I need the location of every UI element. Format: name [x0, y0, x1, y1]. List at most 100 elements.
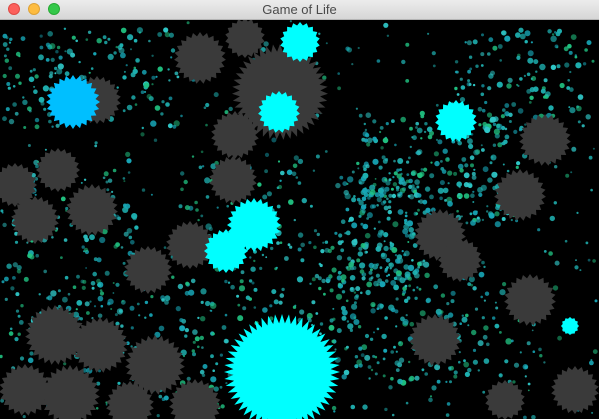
particle: [39, 45, 44, 50]
particle: [197, 345, 200, 349]
particle: [518, 128, 523, 132]
particle: [8, 331, 14, 336]
particle: [153, 138, 158, 142]
particle: [213, 92, 219, 98]
particle: [261, 253, 265, 257]
particle: [459, 168, 464, 173]
particle: [502, 282, 507, 287]
particle: [236, 294, 240, 298]
particle: [449, 380, 452, 384]
particle: [557, 335, 562, 341]
particle: [527, 57, 534, 64]
particle: [114, 313, 118, 317]
particle: [205, 195, 210, 199]
particle: [370, 302, 376, 308]
particle: [511, 102, 517, 107]
particle: [366, 212, 373, 219]
particle: [397, 158, 404, 164]
particle: [419, 310, 426, 317]
particle: [276, 241, 280, 245]
title-bar[interactable]: Game of Life: [0, 0, 599, 20]
particle: [369, 189, 376, 196]
particle: [364, 333, 370, 339]
particle: [38, 293, 41, 296]
particle: [457, 193, 461, 196]
particle: [467, 79, 471, 83]
particle: [325, 42, 328, 45]
particle: [382, 374, 386, 378]
particle: [9, 327, 13, 331]
particle: [368, 377, 371, 380]
particle: [416, 286, 419, 289]
particle: [157, 32, 163, 37]
particle: [360, 208, 363, 211]
particle: [513, 362, 520, 368]
particle: [420, 168, 424, 171]
particle: [345, 299, 349, 303]
particle: [380, 201, 386, 206]
particle: [483, 299, 486, 302]
particle: [116, 308, 124, 315]
particle: [472, 190, 475, 193]
particle: [423, 167, 428, 172]
particle: [411, 184, 415, 188]
particle: [515, 32, 521, 38]
particle: [219, 353, 223, 357]
particle: [97, 295, 104, 302]
particle: [158, 394, 163, 399]
particle: [453, 370, 458, 375]
particle: [417, 208, 420, 212]
particle: [336, 255, 343, 261]
particle: [195, 208, 199, 212]
particle: [349, 313, 357, 320]
particle: [564, 239, 568, 243]
particle: [574, 265, 579, 270]
particle: [499, 331, 502, 334]
particle: [191, 349, 195, 353]
particle: [388, 262, 394, 268]
particle: [320, 249, 325, 254]
particle: [434, 160, 440, 167]
particle: [412, 288, 416, 292]
particle: [257, 182, 262, 187]
particle: [463, 359, 466, 363]
particle: [299, 309, 305, 315]
particle: [351, 63, 354, 66]
particle: [380, 146, 384, 150]
particle: [220, 404, 225, 409]
game-canvas[interactable]: [0, 20, 599, 419]
particle: [483, 358, 490, 364]
particle: [15, 292, 20, 297]
particle: [375, 273, 380, 278]
particle: [110, 308, 113, 310]
particle: [63, 27, 67, 30]
particle: [57, 289, 61, 293]
particle: [387, 209, 392, 215]
particle: [496, 123, 503, 130]
particle: [309, 204, 313, 208]
particle: [104, 40, 108, 45]
particle: [390, 376, 394, 381]
particle: [581, 124, 585, 128]
particle: [476, 216, 480, 220]
particle: [289, 245, 293, 249]
particle: [331, 267, 337, 273]
particle: [466, 183, 470, 186]
particle: [347, 256, 352, 261]
particle: [376, 327, 380, 331]
particle: [492, 45, 498, 51]
particle: [426, 126, 433, 133]
particle: [548, 105, 554, 111]
particle: [140, 132, 145, 137]
particle: [215, 362, 219, 366]
particle: [526, 72, 531, 77]
particle: [478, 271, 485, 278]
particle: [365, 112, 372, 118]
particle: [123, 70, 126, 73]
particle: [0, 398, 5, 403]
particle: [554, 31, 557, 34]
particle: [72, 285, 77, 290]
particle: [415, 151, 419, 155]
game-board[interactable]: [0, 20, 599, 419]
particle: [151, 83, 154, 86]
